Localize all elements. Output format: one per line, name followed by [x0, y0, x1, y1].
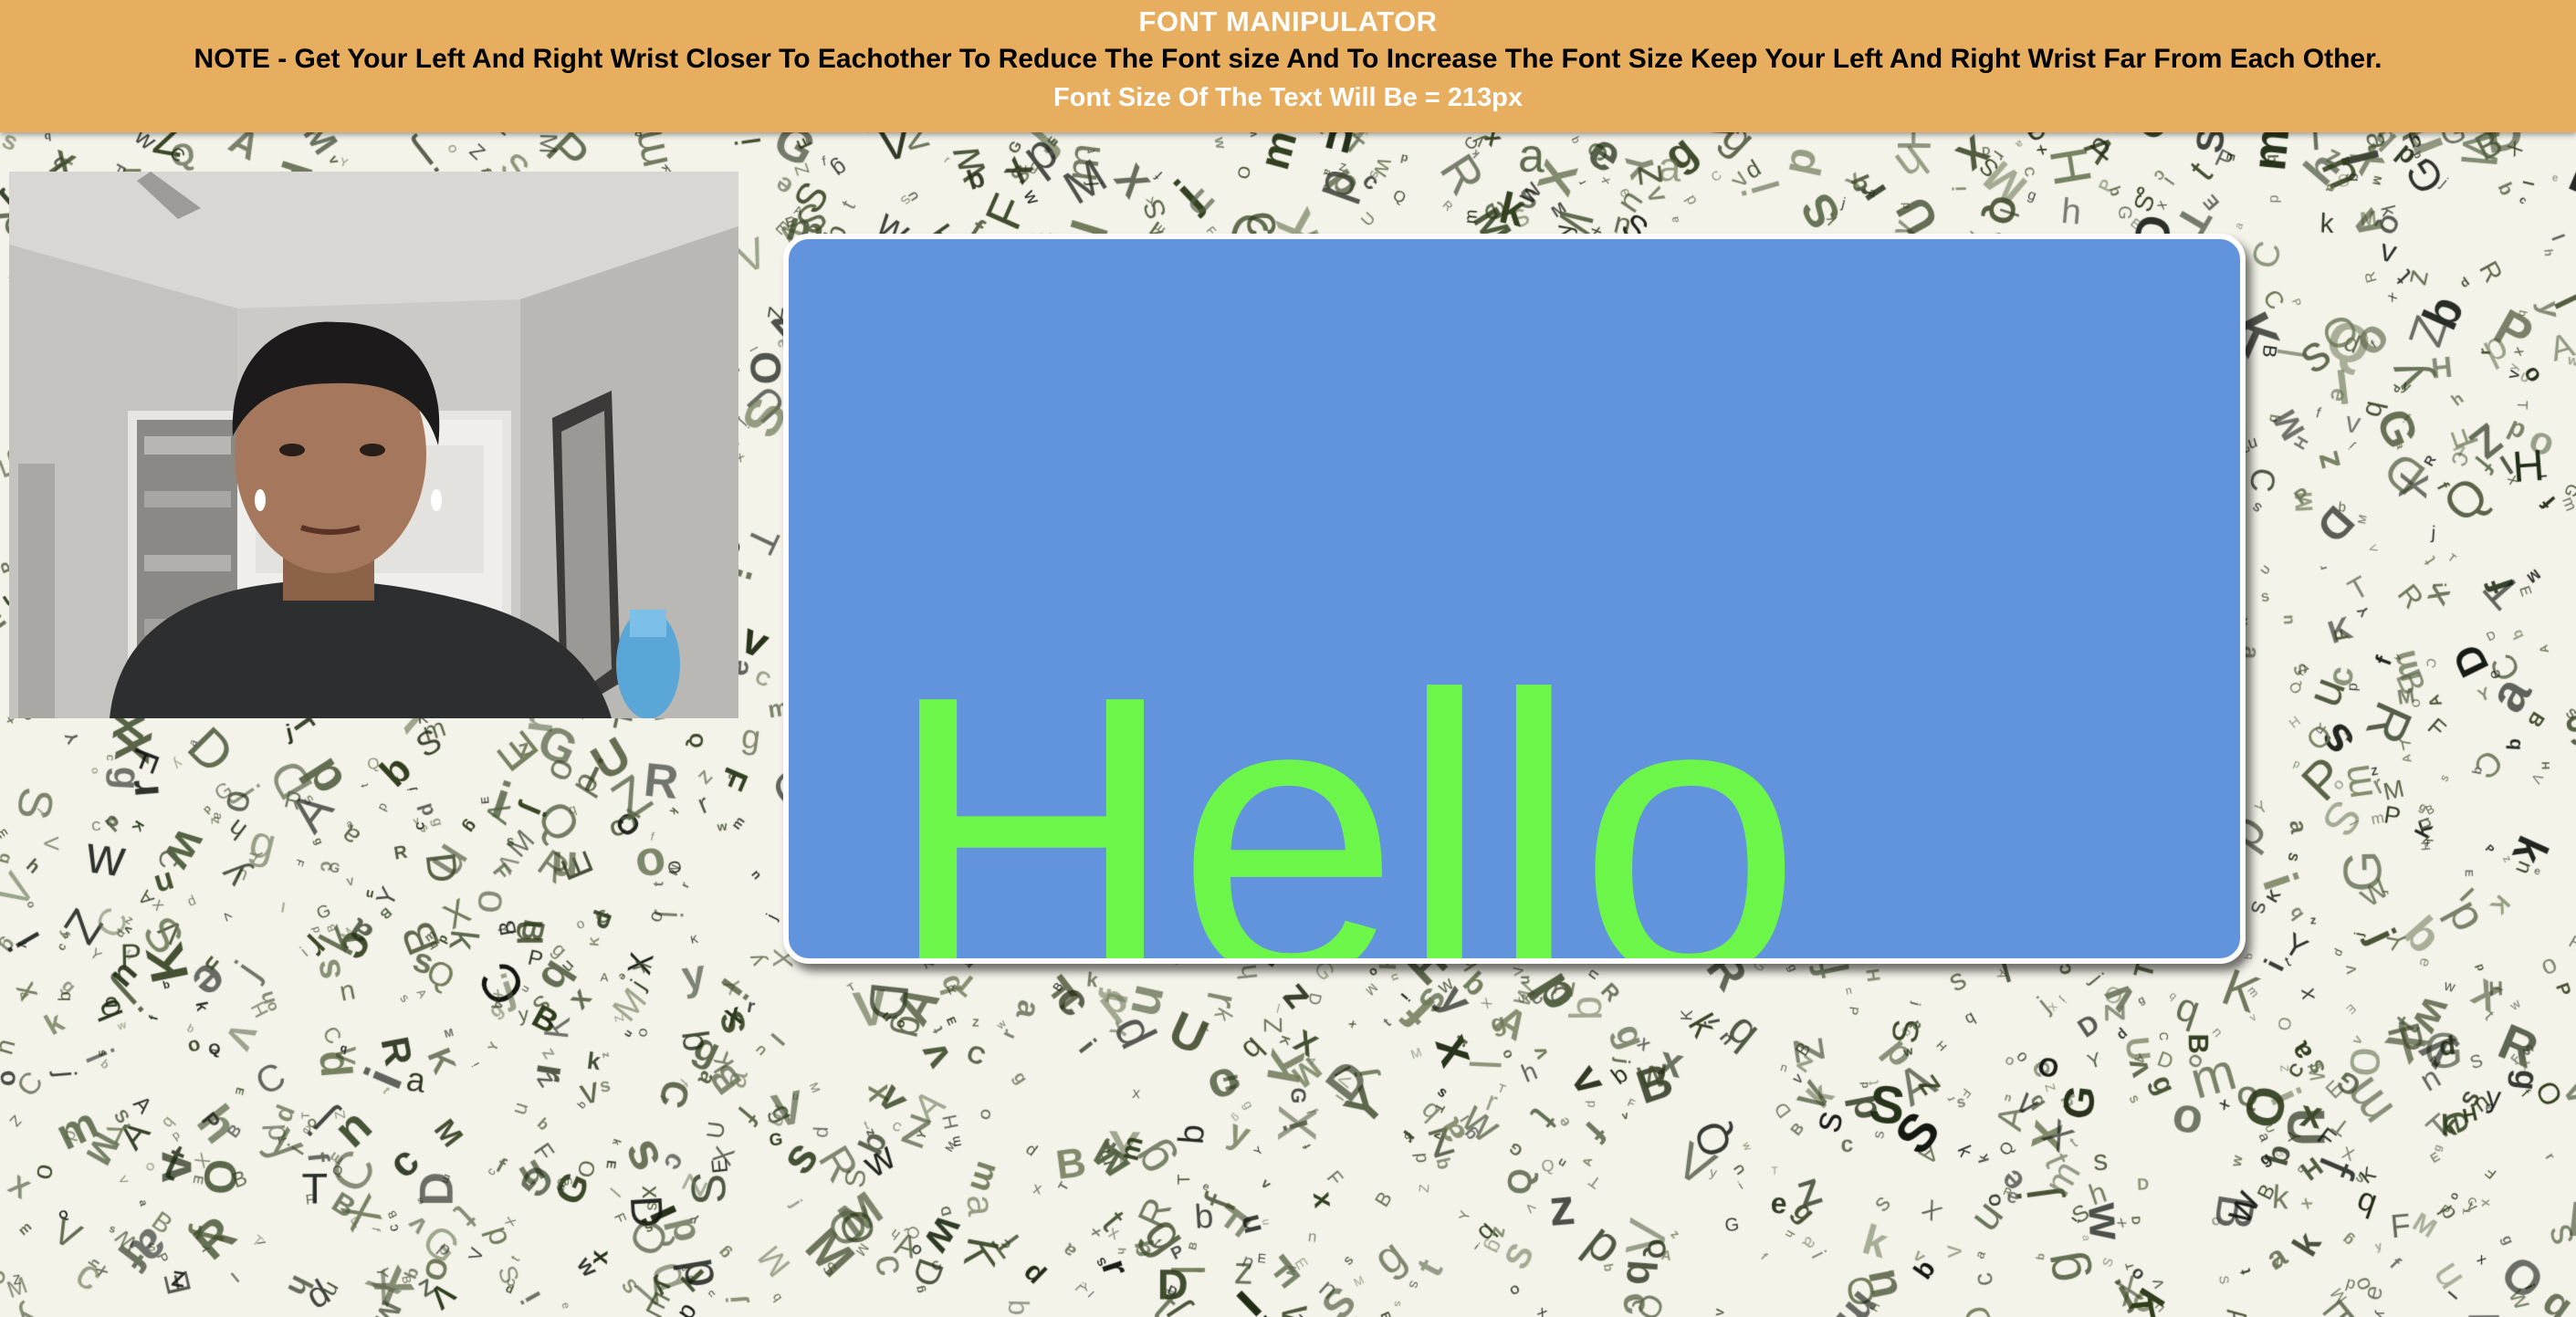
app-header: FONT MANIPULATOR NOTE - Get Your Left An… — [0, 0, 2576, 132]
text-display-card: Hello — [783, 234, 2246, 964]
webcam-feed — [9, 172, 738, 718]
manipulated-text: Hello — [886, 613, 1802, 964]
font-size-readout: Font Size Of The Text Will Be = 213px — [1052, 83, 1524, 112]
webcam-image — [9, 172, 738, 718]
instruction-note: NOTE - Get Your Left And Right Wrist Clo… — [194, 44, 2382, 74]
app-title: FONT MANIPULATOR — [1138, 5, 1438, 37]
